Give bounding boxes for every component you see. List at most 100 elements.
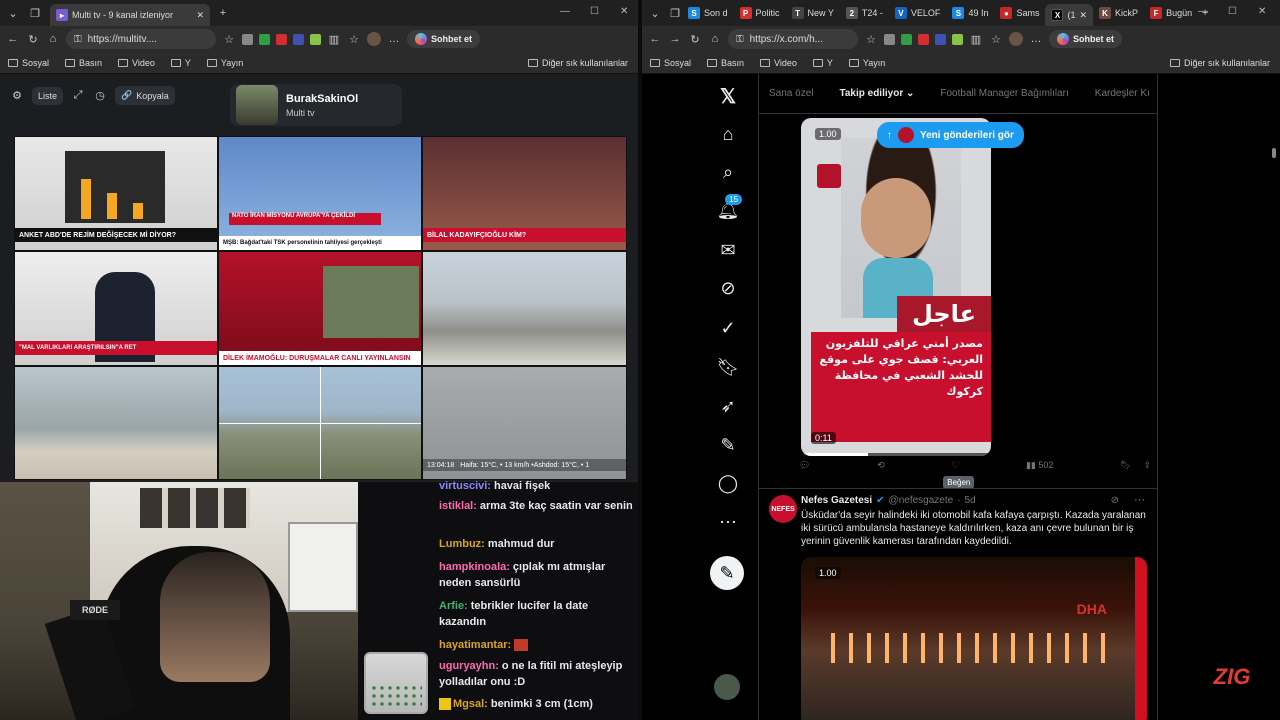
author-avatar[interactable]: NEFES (769, 495, 797, 523)
chat-username[interactable]: Mgsal: (453, 698, 488, 710)
tab-following[interactable]: Takip ediliyor ⌄ (839, 88, 914, 99)
channel-card[interactable]: BurakSakinOl Multi tv (230, 84, 402, 126)
chat-username[interactable]: hampkinoala: (439, 561, 510, 573)
post[interactable]: NEFES Nefes Gazetesi ✔ @nefesgazete · 5d… (759, 488, 1159, 720)
video-player[interactable]: 1.00 عاجل مصدر أمني عراقي للتلفزيون العر… (801, 118, 991, 456)
bookmark-folder[interactable]: Basın (65, 58, 102, 68)
compose-post-icon[interactable]: ✎ (710, 556, 744, 590)
chat-username[interactable]: istiklal: (439, 500, 477, 512)
tab[interactable]: F Bugün (1144, 2, 1198, 24)
profile-avatar[interactable] (1009, 32, 1023, 46)
tab[interactable]: S Son d (682, 2, 734, 24)
tab-for-you[interactable]: Sana özel (769, 88, 813, 99)
tab-x[interactable]: X (1 ✕ (1045, 4, 1094, 26)
copilot-chat-button[interactable]: Sohbet et (1049, 30, 1123, 48)
extension-icon[interactable] (918, 33, 929, 45)
like-icon[interactable]: ♡ Beğen (943, 460, 975, 489)
tv-cell[interactable] (218, 366, 422, 480)
bookmark-folder[interactable]: Video (760, 58, 797, 68)
minimize-icon[interactable]: — (1198, 6, 1208, 17)
workspaces-icon[interactable]: ❐ (28, 6, 42, 20)
tv-cell[interactable]: ANKET ABD'DE REJİM DEĞİŞECEK Mİ DİYOR? (14, 136, 218, 251)
video-progress-track[interactable] (801, 453, 991, 456)
back-icon[interactable]: ← (648, 32, 662, 46)
maximize-icon[interactable]: ☐ (1228, 6, 1237, 17)
home-icon[interactable]: ⌂ (46, 32, 60, 46)
fullscreen-icon[interactable]: ⤢ (71, 89, 85, 103)
tab[interactable]: ● Sams (994, 2, 1045, 24)
tab-multitv[interactable]: ▸ Multi tv - 9 kanal izleniyor ✕ (50, 4, 210, 26)
tab[interactable]: V VELOF (889, 2, 947, 24)
list-button[interactable]: Liste (32, 86, 64, 105)
tab[interactable]: 2 T24 - (840, 2, 889, 24)
other-bookmarks[interactable]: Diğer sık kullanılanlar (1169, 58, 1270, 68)
chat-username[interactable]: Arfie: (439, 600, 468, 612)
workspaces-icon[interactable]: ❐ (668, 6, 682, 20)
reply-icon[interactable]: 💬︎ (799, 460, 810, 471)
grok-icon[interactable]: ⊘ (716, 276, 740, 300)
settings-icon[interactable]: ⚙ (10, 89, 24, 103)
home-icon[interactable]: ⌂ (716, 122, 740, 146)
verified-icon[interactable]: ✓ (716, 316, 740, 340)
bookmark-folder[interactable]: Yayın (206, 58, 243, 68)
tv-cell[interactable]: 13:04:18 Haifa: 15°C, • 13 km/h •Ashdod:… (422, 366, 627, 480)
playback-speed[interactable]: 1.00 (815, 567, 841, 579)
timer-icon[interactable]: ◷ (93, 89, 107, 103)
author-name[interactable]: Nefes Gazetesi (801, 495, 872, 506)
new-tab-icon[interactable]: + (216, 6, 230, 20)
rocket-icon[interactable]: ➶ (716, 394, 740, 418)
bookmark-folder[interactable]: Sosyal (8, 58, 49, 68)
bookmark-folder[interactable]: Video (118, 58, 155, 68)
chat-username[interactable]: virtuscivi: (439, 480, 491, 492)
copy-button[interactable]: 🔗 Kopyala (115, 86, 175, 105)
messages-icon[interactable]: ✉ (716, 238, 740, 262)
tv-cell[interactable]: DİLEK İMAMOĞLU: DURUŞMALAR CANLI YAYINLA… (218, 251, 422, 366)
bookmark-folder[interactable]: Sosyal (650, 58, 691, 68)
tv-cell[interactable]: BİLAL KADAYIFÇIOĞLU KİM? (422, 136, 627, 251)
profile-icon[interactable]: ◯ (716, 471, 740, 495)
scrollbar[interactable] (1272, 148, 1276, 158)
chat-username[interactable]: Lumbuz: (439, 538, 485, 550)
extension-icon[interactable] (293, 33, 304, 45)
x-logo-icon[interactable]: 𝕏 (716, 84, 740, 108)
url-field[interactable]: ⚿ https://multitv.... (66, 29, 216, 49)
favorite-icon[interactable]: ☆ (864, 32, 878, 46)
chevron-down-icon[interactable]: ⌄ (648, 6, 662, 20)
chevron-down-icon[interactable]: ⌄ (6, 6, 20, 20)
bookmarks-icon[interactable]: 🔖︎ (716, 355, 740, 379)
home-icon[interactable]: ⌂ (708, 32, 722, 46)
favorite-icon[interactable]: ☆ (222, 32, 236, 46)
forward-icon[interactable]: → (668, 32, 682, 46)
tv-cell[interactable]: "MAL VARLIKLARI ARAŞTIRILSIN"A RET (14, 251, 218, 366)
extension-icon[interactable] (259, 33, 270, 45)
search-icon[interactable]: ⌕ (716, 160, 740, 184)
close-icon[interactable]: ✕ (1080, 10, 1088, 21)
tv-cell[interactable] (422, 251, 627, 366)
views[interactable]: ▮▮ 502 (1026, 460, 1053, 471)
close-icon[interactable]: ✕ (196, 10, 204, 21)
extension-icon[interactable] (276, 33, 287, 45)
post-time[interactable]: 5d (965, 495, 976, 506)
favorites-icon[interactable]: ☆ (347, 32, 361, 46)
close-window-icon[interactable]: ✕ (620, 6, 628, 17)
bookmark-folder[interactable]: Yayın (848, 58, 885, 68)
more-icon[interactable]: … (387, 32, 401, 46)
url-field[interactable]: ⚿ https://x.com/h... (728, 29, 858, 49)
post-video[interactable]: 1.00 DHA (801, 557, 1147, 720)
back-icon[interactable]: ← (6, 32, 20, 46)
extension-icon[interactable] (901, 33, 912, 45)
favorites-icon[interactable]: ☆ (989, 32, 1003, 46)
notifications-icon[interactable]: 🔔︎ 15 (716, 194, 742, 222)
tab[interactable]: T New Y (786, 2, 840, 24)
bookmark-folder[interactable]: Y (170, 58, 191, 68)
split-view-icon[interactable]: ▥ (327, 32, 341, 46)
extension-icon[interactable] (935, 33, 946, 45)
bookmark-folder[interactable]: Basın (707, 58, 744, 68)
tv-cell[interactable] (14, 366, 218, 480)
copilot-chat-button[interactable]: Sohbet et (407, 30, 481, 48)
tab[interactable]: K KickP (1093, 2, 1144, 24)
grok-icon[interactable]: ⊘ (1111, 495, 1119, 506)
bookmark-folder[interactable]: Y (812, 58, 833, 68)
new-posts-button[interactable]: ↑ Yeni gönderileri gör (877, 122, 1024, 148)
close-window-icon[interactable]: ✕ (1258, 6, 1266, 17)
